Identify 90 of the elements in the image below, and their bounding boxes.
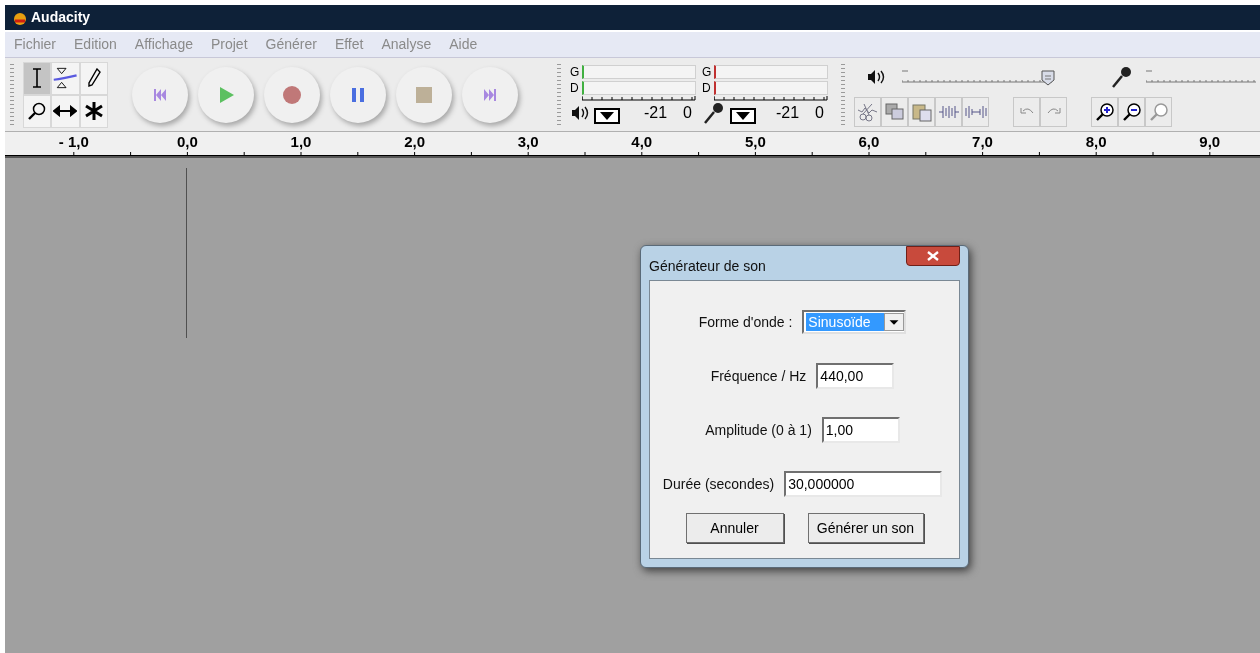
meter-scale-label: 0	[815, 103, 824, 123]
ruler-label: 1,0	[290, 132, 312, 152]
meter-scale-label: -21	[643, 103, 668, 123]
dialog-button[interactable]: Annuler	[685, 513, 784, 543]
redo-button[interactable]	[1040, 96, 1067, 127]
tool-button[interactable]	[79, 61, 108, 95]
channel-label: G	[702, 66, 713, 78]
caret-icon	[884, 313, 905, 331]
copy-icon	[884, 102, 905, 121]
transport-button[interactable]	[198, 66, 254, 123]
tool-button[interactable]	[23, 61, 52, 95]
dropdown-button[interactable]	[730, 108, 756, 124]
zoom-in-button[interactable]	[1091, 96, 1118, 127]
silence-button[interactable]	[962, 96, 989, 127]
copy-button[interactable]	[881, 96, 908, 127]
microphone-icon	[702, 101, 726, 125]
toolbar-grip-icon[interactable]	[9, 61, 15, 128]
dropdown-button[interactable]	[594, 108, 620, 124]
menu-item[interactable]: Projet	[210, 34, 248, 55]
ruler-label: 6,0	[858, 132, 880, 152]
waveform-icon	[937, 103, 960, 120]
envelope-icon	[52, 65, 79, 91]
app-logo-icon	[13, 10, 27, 25]
menu-item[interactable]: Analyse	[381, 34, 432, 55]
ruler-label: 7,0	[972, 132, 993, 152]
scissors-icon	[857, 101, 878, 122]
value-field[interactable]: 440,00	[816, 363, 895, 389]
value-field[interactable]: 1,00	[821, 417, 900, 443]
ruler-label: 8,0	[1085, 132, 1107, 152]
ruler-label: - 1,0	[58, 132, 89, 152]
dialog-title: Générateur de son	[649, 256, 766, 276]
zoom-in-icon	[1094, 101, 1115, 122]
value-field[interactable]: 30,000000	[784, 471, 943, 497]
menu-item[interactable]: Aide	[449, 34, 478, 55]
caret-icon	[736, 112, 750, 120]
asterisk-icon	[83, 101, 104, 121]
caret-icon	[600, 112, 614, 120]
transport-button[interactable]	[132, 66, 188, 123]
double-arrow-icon	[53, 105, 78, 117]
menu-item[interactable]: Effet	[334, 34, 364, 55]
meter-scale-label: -21	[775, 103, 800, 123]
close-button[interactable]	[906, 246, 960, 266]
field-label: Durée (secondes)	[662, 474, 775, 494]
clipboard-icon	[911, 101, 932, 122]
ruler-label: 2,0	[404, 132, 425, 152]
ruler-label: 3,0	[517, 132, 539, 152]
undo-button[interactable]	[1013, 96, 1040, 127]
record-icon	[282, 84, 302, 105]
speaker-icon	[570, 105, 590, 121]
waveform-dropdown[interactable]: Sinusoïde	[802, 310, 907, 334]
ruler-label: 0,0	[176, 132, 198, 152]
stop-icon	[414, 84, 434, 105]
toolbar-grip-icon[interactable]	[840, 61, 846, 128]
tool-button[interactable]	[23, 94, 52, 128]
waveform-icon	[964, 103, 987, 120]
window-title: Audacity	[31, 8, 91, 27]
ruler-label: 9,0	[1199, 132, 1221, 152]
meter-scale-label: 0	[683, 103, 692, 123]
microphone-icon	[1110, 64, 1134, 89]
transport-button[interactable]	[264, 66, 320, 123]
ruler-label: 4,0	[631, 132, 653, 152]
dropdown-value: Sinusoïde	[806, 313, 885, 331]
paste-button[interactable]	[908, 96, 935, 127]
field-label: Forme d'onde :	[698, 312, 793, 332]
field-label: Amplitude (0 à 1)	[705, 420, 812, 440]
tool-button[interactable]	[51, 94, 80, 128]
menu-item[interactable]: Fichier	[14, 34, 56, 55]
transport-button[interactable]	[330, 66, 386, 123]
menu-item[interactable]: Générer	[265, 34, 317, 55]
pencil-icon	[86, 68, 101, 88]
magnifier-icon	[27, 101, 48, 121]
trim-audio-button[interactable]	[935, 96, 962, 127]
toolbar-grip-icon[interactable]	[556, 61, 562, 128]
speaker-icon	[866, 68, 886, 85]
transport-button[interactable]	[396, 66, 452, 123]
zoom-out-icon	[1121, 101, 1142, 122]
close-icon	[927, 251, 939, 261]
magnifier-icon	[1148, 101, 1169, 122]
menu-item[interactable]: Edition	[74, 34, 117, 55]
channel-label: D	[702, 82, 712, 94]
channel-label: G	[570, 66, 581, 78]
ruler-label: 5,0	[744, 132, 766, 152]
menu-item[interactable]: Affichage	[134, 34, 193, 55]
dialog-button[interactable]: Générer un son	[807, 513, 924, 543]
tool-button[interactable]	[51, 61, 80, 95]
zoom-out-button[interactable]	[1118, 96, 1145, 127]
transport-button[interactable]	[462, 66, 518, 123]
channel-label: D	[570, 82, 580, 94]
trim-button[interactable]	[854, 96, 881, 127]
field-label: Fréquence / Hz	[710, 366, 807, 386]
